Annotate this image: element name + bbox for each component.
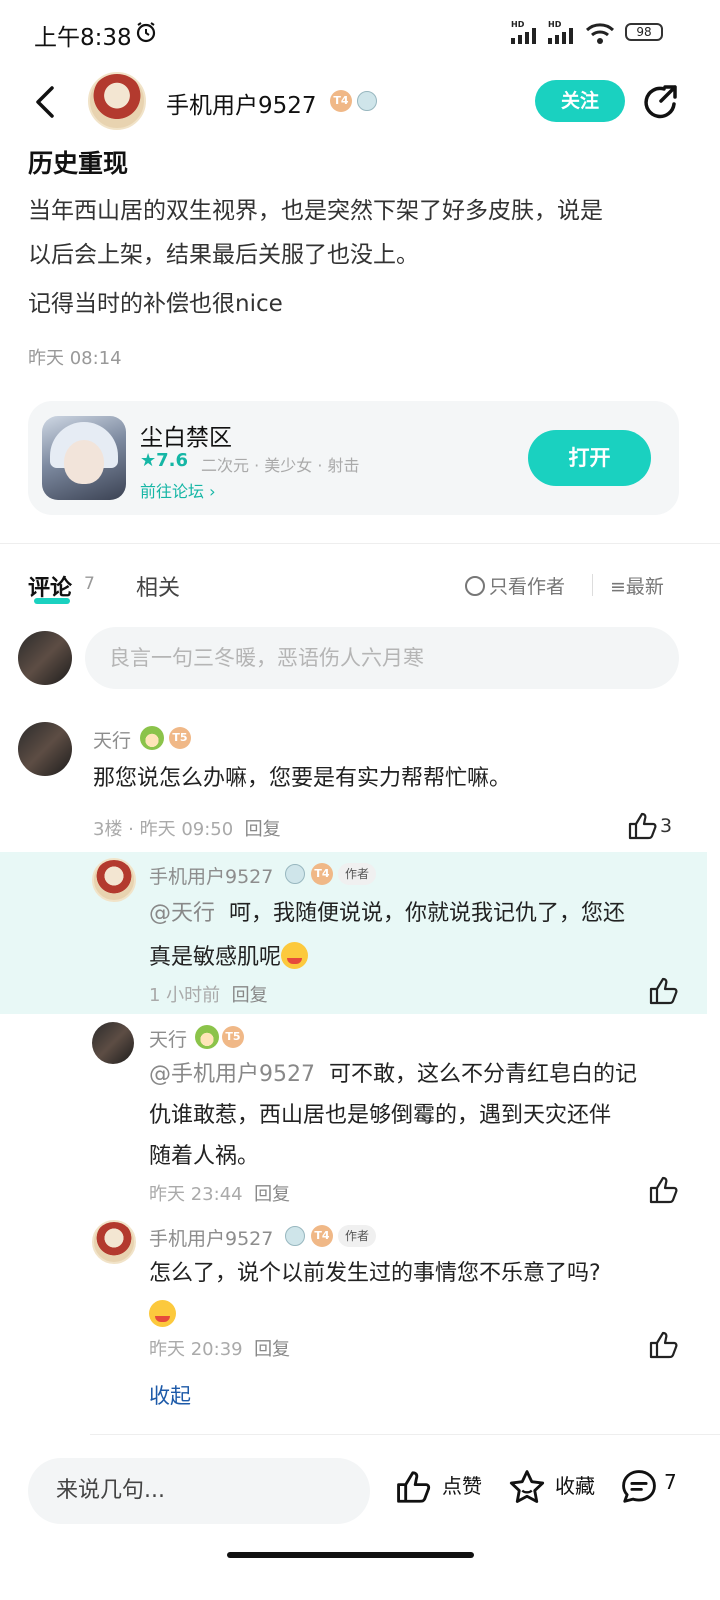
reply-avatar[interactable] <box>92 1022 134 1064</box>
my-avatar <box>18 631 72 685</box>
level-badge: T4 <box>311 1225 333 1247</box>
comment-meta: 3楼 · 昨天 09:50 回复 <box>93 819 281 840</box>
reply-name[interactable]: 天行 <box>149 1025 187 1052</box>
reply-text: @天行 呵，我随便说说，你就说我记仇了，您还 <box>149 901 626 926</box>
star-icon[interactable] <box>508 1468 546 1506</box>
share-icon[interactable] <box>641 82 681 122</box>
battery-indicator: 98 <box>625 23 663 41</box>
game-rating: ★7.6 <box>140 450 189 471</box>
like-icon[interactable] <box>647 1174 679 1206</box>
reply-text: 随着人祸。 <box>149 1144 260 1169</box>
post-body-line: 以后会上架，结果最后关服了也没上。 <box>28 242 419 268</box>
avatar-frame-badge <box>195 1025 219 1049</box>
comment-icon[interactable] <box>620 1468 658 1506</box>
avatar-frame-badge <box>140 726 164 750</box>
like-icon[interactable] <box>395 1468 433 1506</box>
only-author-toggle[interactable]: 只看作者 <box>465 572 565 599</box>
tab-active-indicator <box>34 598 70 604</box>
star-icon: ★ <box>140 450 157 471</box>
favorite-label[interactable]: 收藏 <box>555 1470 595 1499</box>
bottom-comment-input[interactable]: 来说几句... <box>28 1458 370 1524</box>
reply-avatar[interactable] <box>92 1220 136 1264</box>
commenter-avatar[interactable] <box>18 722 72 776</box>
level-badge: T4 <box>330 90 352 112</box>
fan-badge-icon <box>357 91 377 111</box>
laugh-emoji-icon <box>281 942 309 969</box>
open-game-button[interactable]: 打开 <box>528 430 651 486</box>
author-avatar[interactable] <box>88 72 146 130</box>
commenter-name[interactable]: 天行 <box>93 726 131 753</box>
author-name[interactable]: 手机用户9527 <box>166 86 317 120</box>
tab-related[interactable]: 相关 <box>136 570 180 602</box>
signal-icon <box>511 28 536 44</box>
forum-link[interactable]: 前往论坛 › <box>140 478 216 502</box>
reply-text: 真是敏感肌呢 <box>149 936 309 980</box>
like-icon[interactable] <box>647 1329 679 1361</box>
author-tag: 作者 <box>338 1225 377 1247</box>
sort-icon: ≡ <box>610 576 626 598</box>
game-name: 尘白禁区 <box>140 425 232 451</box>
radio-icon <box>465 576 485 596</box>
game-card[interactable]: 尘白禁区 ★7.6 二次元 · 美少女 · 射击 前往论坛 › 打开 <box>28 401 679 515</box>
collapse-replies-button[interactable]: 收起 <box>149 1380 191 1410</box>
reply-meta: 1 小时前 回复 <box>149 985 268 1006</box>
post-time: 昨天 08:14 <box>28 348 122 369</box>
section-divider <box>0 543 720 544</box>
game-tags: 二次元 · 美少女 · 射击 <box>201 456 360 475</box>
comment-input-container[interactable] <box>85 627 679 689</box>
reply-text: 怎么了，说个以前发生过的事情您不乐意了吗? <box>149 1261 601 1286</box>
like-icon[interactable] <box>626 810 658 842</box>
chevron-right-icon: › <box>209 482 216 501</box>
reply-button[interactable]: 回复 <box>245 819 281 840</box>
reply-button[interactable]: 回复 <box>232 985 268 1006</box>
reply-name[interactable]: 手机用户9527 <box>149 862 273 889</box>
comment-tabs: 评论 7 相关 只看作者 ≡最新 <box>0 560 720 610</box>
mention-link[interactable]: @天行 <box>149 901 215 926</box>
post-title: 历史重现 <box>28 149 129 178</box>
alarm-icon <box>136 22 156 43</box>
bottom-action-bar: 来说几句... 点赞 收藏 7 <box>0 1440 720 1550</box>
reply-name[interactable]: 手机用户9527 <box>149 1224 273 1251</box>
level-badge: T5 <box>222 1026 244 1048</box>
status-bar: 上午8:38 HD HD 98 <box>0 0 720 64</box>
status-time: 上午8:38 <box>34 25 132 51</box>
laugh-emoji-icon <box>149 1300 176 1327</box>
back-button[interactable] <box>30 82 60 122</box>
post-body-line: 当年西山居的双生视界，也是突然下架了好多皮肤，说是 <box>28 198 603 224</box>
fan-badge-icon <box>285 864 305 884</box>
comment-count[interactable]: 7 <box>664 1470 677 1494</box>
tab-separator <box>592 574 593 596</box>
author-tag: 作者 <box>338 863 377 885</box>
level-badge: T4 <box>311 863 333 885</box>
reply-button[interactable]: 回复 <box>254 1184 290 1205</box>
home-indicator <box>227 1552 474 1558</box>
game-icon <box>42 416 126 500</box>
reply-emoji <box>149 1300 176 1327</box>
reply-button[interactable]: 回复 <box>254 1339 290 1360</box>
comments-count: 7 <box>84 574 95 594</box>
reply-meta: 昨天 23:44 回复 <box>149 1184 291 1205</box>
comment-input[interactable] <box>85 627 679 689</box>
post-header: 手机用户9527 T4 关注 <box>0 64 720 140</box>
reply-text: 仇谁敢惹，西山居也是够倒霉的，遇到天灾还伴 <box>149 1103 612 1128</box>
follow-button[interactable]: 关注 <box>535 80 625 122</box>
signal-icon-2 <box>548 28 573 44</box>
reply-avatar[interactable] <box>92 858 136 902</box>
level-badge: T5 <box>169 727 191 749</box>
post-body-line: 记得当时的补偿也很nice <box>28 291 283 317</box>
bottom-divider <box>90 1434 720 1435</box>
like-count: 3 <box>660 815 673 837</box>
reply-meta: 昨天 20:39 回复 <box>149 1339 291 1360</box>
fan-badge-icon <box>285 1226 305 1246</box>
wifi-icon <box>585 23 615 44</box>
post-body: 当年西山居的双生视界，也是突然下架了好多皮肤，说是 以后会上架，结果最后关服了也… <box>28 189 688 277</box>
like-icon[interactable] <box>647 975 679 1007</box>
like-label[interactable]: 点赞 <box>442 1470 482 1499</box>
reply-text: @手机用户9527 可不敢，这么不分青红皂白的记 <box>149 1062 638 1087</box>
comment-text: 那您说怎么办嘛，您要是有实力帮帮忙嘛。 <box>93 766 512 791</box>
sort-button[interactable]: ≡最新 <box>610 572 664 599</box>
mention-link[interactable]: @手机用户9527 <box>149 1062 315 1087</box>
